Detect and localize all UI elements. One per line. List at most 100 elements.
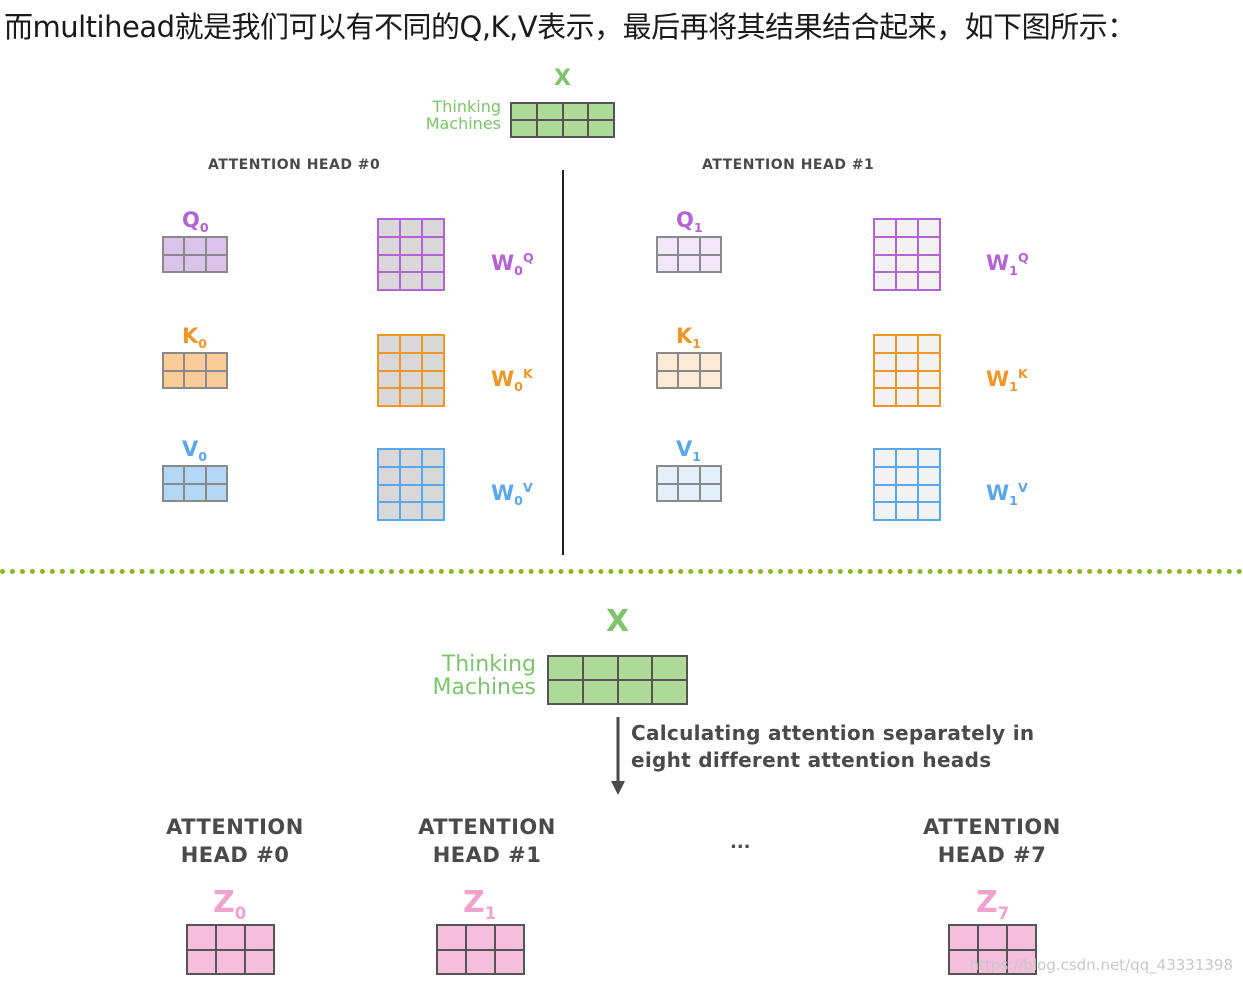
matrix-cell xyxy=(978,925,1007,950)
v1-matrix xyxy=(656,465,722,502)
arrow-caption-line1: Calculating attention separately in xyxy=(631,721,1035,745)
matrix-cell xyxy=(378,466,400,485)
matrix-cell xyxy=(588,103,614,120)
matrix-cell xyxy=(918,449,940,467)
matrix-cell xyxy=(184,237,206,255)
top-input-words: Thinking Machines xyxy=(400,98,501,133)
matrix-cell xyxy=(678,353,700,371)
matrix-cell xyxy=(400,449,422,467)
matrix-cell xyxy=(422,449,444,467)
matrix-cell xyxy=(184,370,206,388)
ellipsis: ... xyxy=(730,832,751,853)
bottom-input-words: Thinking Machines xyxy=(390,653,536,699)
matrix-cell xyxy=(617,656,653,680)
matrix-cell xyxy=(678,370,700,388)
arrow-caption: Calculating attention separately in eigh… xyxy=(631,720,1034,774)
matrix-cell xyxy=(918,484,940,503)
q1-matrix xyxy=(656,236,722,273)
k0-label: K0 xyxy=(182,324,208,352)
matrix-cell xyxy=(657,483,679,501)
q1-label: Q1 xyxy=(676,208,703,236)
matrix-cell xyxy=(422,352,444,371)
matrix-cell xyxy=(378,370,400,389)
z7-label: Z7 xyxy=(976,885,1010,923)
matrix-cell xyxy=(400,370,422,389)
matrix-cell xyxy=(466,949,495,974)
matrix-cell xyxy=(422,388,444,406)
matrix-cell xyxy=(422,502,444,520)
bottom-head0-title: ATTENTION HEAD #0 xyxy=(166,815,304,867)
matrix-cell xyxy=(422,484,444,503)
matrix-cell xyxy=(562,120,589,137)
matrix-cell xyxy=(588,120,614,137)
matrix-cell xyxy=(205,237,227,255)
matrix-cell xyxy=(874,388,896,406)
matrix-cell xyxy=(536,103,563,120)
matrix-cell xyxy=(400,484,422,503)
q0-matrix xyxy=(162,236,228,273)
w0k-matrix xyxy=(377,334,445,407)
matrix-cell xyxy=(511,120,537,137)
matrix-cell xyxy=(437,949,466,974)
matrix-cell xyxy=(466,925,495,950)
matrix-cell xyxy=(896,388,918,406)
z0-label: Z0 xyxy=(213,885,247,923)
matrix-cell xyxy=(548,656,583,680)
matrix-cell xyxy=(400,466,422,485)
matrix-cell xyxy=(184,483,206,501)
matrix-cell xyxy=(874,502,896,520)
matrix-cell xyxy=(422,219,444,237)
matrix-cell xyxy=(400,335,422,353)
matrix-cell xyxy=(896,219,918,237)
matrix-cell xyxy=(896,502,918,520)
matrix-cell xyxy=(896,370,918,389)
matrix-cell xyxy=(582,680,618,704)
matrix-cell xyxy=(378,388,400,406)
matrix-cell xyxy=(163,483,185,501)
matrix-cell xyxy=(378,236,400,255)
matrix-cell xyxy=(896,449,918,467)
watermark: https://blog.csdn.net/qq_43331398 xyxy=(969,956,1233,974)
head1-title: ATTENTION HEAD #1 xyxy=(702,157,875,173)
bottom-word-machines: Machines xyxy=(432,675,536,701)
w0q-matrix xyxy=(377,218,445,291)
matrix-cell xyxy=(699,254,721,272)
matrix-cell xyxy=(874,449,896,467)
matrix-cell xyxy=(874,484,896,503)
matrix-cell xyxy=(617,680,653,704)
matrix-cell xyxy=(216,925,245,950)
matrix-cell xyxy=(699,353,721,371)
matrix-cell xyxy=(205,370,227,388)
w0q-label: W0Q xyxy=(491,250,534,279)
matrix-cell xyxy=(400,254,422,273)
matrix-cell xyxy=(536,120,563,137)
matrix-cell xyxy=(378,272,400,290)
matrix-cell xyxy=(163,254,185,272)
matrix-cell xyxy=(378,352,400,371)
matrix-cell xyxy=(896,236,918,255)
top-x-matrix xyxy=(510,102,615,138)
matrix-cell xyxy=(918,254,940,273)
matrix-cell xyxy=(378,254,400,273)
head0-title: ATTENTION HEAD #0 xyxy=(208,157,381,173)
matrix-cell xyxy=(918,236,940,255)
matrix-cell xyxy=(874,219,896,237)
matrix-cell xyxy=(699,483,721,501)
matrix-cell xyxy=(874,352,896,371)
arrow-caption-line2: eight different attention heads xyxy=(631,748,992,772)
matrix-cell xyxy=(400,272,422,290)
matrix-cell xyxy=(216,949,245,974)
v1-label: V1 xyxy=(676,437,702,465)
matrix-cell xyxy=(400,236,422,255)
w0k-label: W0K xyxy=(491,366,533,395)
matrix-cell xyxy=(163,370,185,388)
matrix-cell xyxy=(657,353,679,371)
matrix-cell xyxy=(184,466,206,484)
z0-matrix xyxy=(186,924,275,975)
matrix-cell xyxy=(378,484,400,503)
matrix-cell xyxy=(205,483,227,501)
matrix-cell xyxy=(582,656,618,680)
matrix-cell xyxy=(437,925,466,950)
matrix-cell xyxy=(896,484,918,503)
matrix-cell xyxy=(896,335,918,353)
